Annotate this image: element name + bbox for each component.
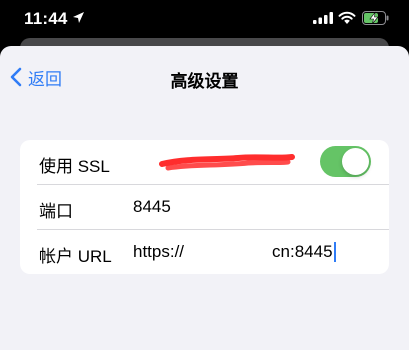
port-row: 端口 8445 <box>20 185 389 229</box>
page-title: 高级设置 <box>170 72 239 91</box>
account-url-label: 帐户 URL <box>39 247 112 266</box>
cellular-signal-icon <box>313 12 333 24</box>
settings-sheet: 返回 高级设置 使用 SSL 端口 8445 帐户 URL https:// c… <box>0 46 409 350</box>
location-arrow-icon <box>73 12 84 23</box>
wifi-icon <box>338 11 356 24</box>
ssl-label: 使用 SSL <box>39 157 110 176</box>
account-url-scheme: https:// <box>133 242 185 261</box>
account-url-tail: cn:8445 <box>272 242 333 261</box>
redaction-scribble <box>159 154 295 171</box>
ssl-toggle[interactable] <box>320 146 371 177</box>
status-bar: 11:44 <box>0 0 409 38</box>
battery-charging-icon <box>362 11 389 25</box>
port-label: 端口 <box>39 202 73 221</box>
toggle-knob <box>342 148 369 175</box>
port-input[interactable]: 8445 <box>133 197 171 217</box>
status-time: 11:44 <box>24 9 68 28</box>
text-caret <box>333 242 336 262</box>
account-url-input[interactable]: https:// cn:8445 <box>133 242 336 262</box>
account-url-row: 帐户 URL https:// cn:8445 <box>20 230 389 274</box>
